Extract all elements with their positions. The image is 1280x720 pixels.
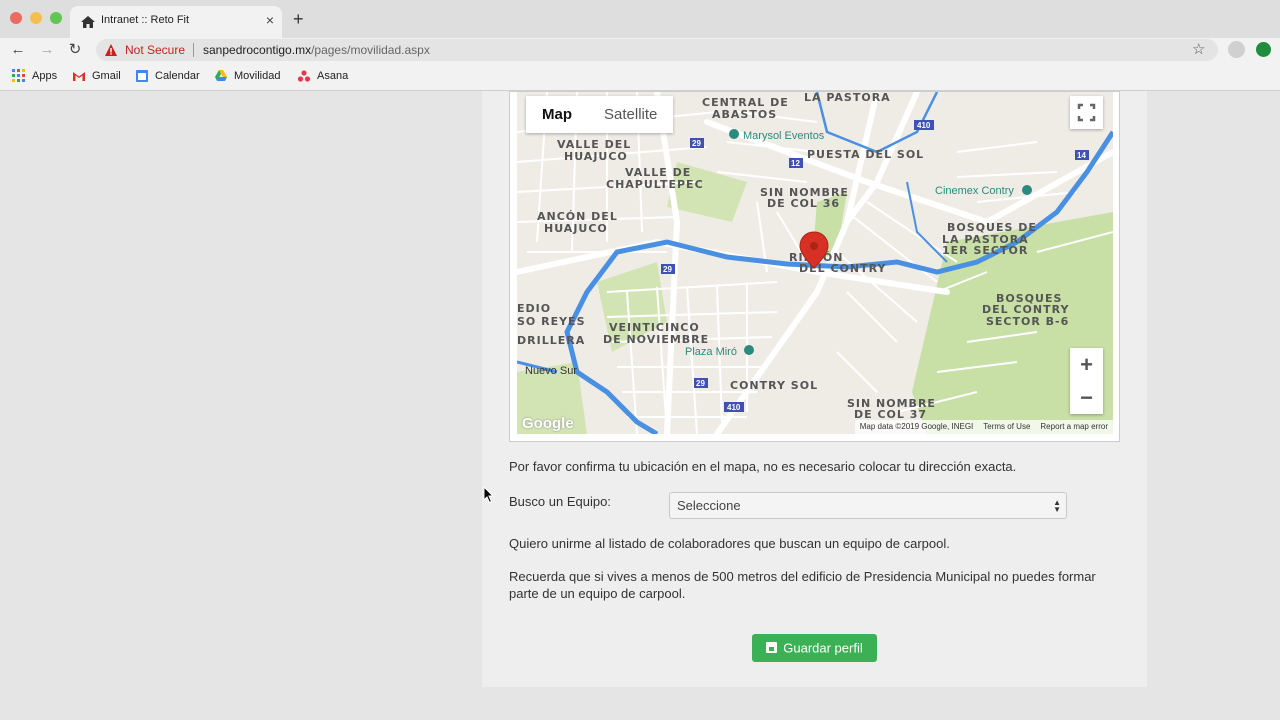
asana-icon [297, 70, 311, 82]
gmail-icon [73, 72, 85, 81]
place-label: EDIO [517, 302, 551, 315]
window-close-button[interactable] [10, 12, 22, 24]
join-list-text: Quiero unirme al listado de colaboradore… [509, 536, 950, 551]
url-text[interactable]: sanpedrocontigo.mx/pages/movilidad.aspx [203, 43, 430, 57]
bookmark-label: Apps [32, 70, 58, 82]
place-label: SO REYES [517, 315, 586, 328]
place-label: LA PASTORA [804, 92, 891, 104]
profile-card: LA PASTORA CENTRAL DE ABASTOS VALLE DEL … [482, 91, 1147, 687]
browser-toolbar: ← → ↻ Not Secure sanpedrocontigo.mx/page… [0, 38, 1280, 64]
route-label: 14 [1077, 151, 1086, 160]
poi-marker-icon [1022, 185, 1032, 195]
terms-of-use-link[interactable]: Terms of Use [983, 420, 1030, 434]
bookmark-label: Calendar [155, 70, 200, 82]
calendar-icon [136, 70, 148, 82]
route-label: 29 [692, 139, 701, 148]
place-label: Nuevo Sur [525, 365, 577, 377]
bookmark-label: Movilidad [234, 70, 281, 82]
save-profile-label: Guardar perfil [783, 640, 863, 656]
team-select[interactable]: Seleccione ▲ ▼ [669, 492, 1067, 519]
poi-label: Plaza Miró [685, 346, 737, 358]
place-label: DE NOVIEMBRE [603, 333, 709, 346]
home-icon [81, 16, 95, 28]
map-tiles[interactable]: LA PASTORA CENTRAL DE ABASTOS VALLE DEL … [517, 92, 1113, 434]
bookmark-label: Gmail [92, 70, 121, 82]
forward-button[interactable]: → [37, 40, 57, 60]
apps-grid-icon [12, 69, 25, 82]
map-canvas[interactable]: LA PASTORA CENTRAL DE ABASTOS VALLE DEL … [517, 92, 1113, 434]
save-floppy-icon [766, 642, 778, 654]
window-minimize-button[interactable] [30, 12, 42, 24]
reload-button[interactable]: ↻ [65, 40, 85, 60]
bookmark-asana[interactable]: Asana [297, 69, 348, 83]
distance-notice-text: Recuerda que si vives a menos de 500 met… [509, 569, 1096, 601]
window-maximize-button[interactable] [50, 12, 62, 24]
tab-close-icon[interactable]: × [266, 12, 274, 28]
route-label: 29 [663, 265, 672, 274]
warning-icon [105, 44, 117, 56]
address-separator [193, 43, 194, 57]
bookmark-gmail[interactable]: Gmail [72, 69, 121, 83]
select-arrows-icon: ▲ ▼ [1053, 498, 1061, 514]
route-label: 29 [696, 379, 705, 388]
route-label: 410 [917, 121, 931, 130]
not-secure-label[interactable]: Not Secure [125, 43, 185, 57]
extension-icon[interactable] [1228, 41, 1245, 58]
place-label: DRILLERA [517, 334, 585, 347]
zoom-out-button[interactable]: − [1070, 381, 1103, 414]
poi-marker-icon [729, 129, 739, 139]
place-label: HUAJUCO [564, 150, 628, 163]
map-container: LA PASTORA CENTRAL DE ABASTOS VALLE DEL … [509, 91, 1120, 442]
map-type-control: Map Satellite [526, 96, 674, 133]
poi-label: Marysol Eventos [743, 130, 825, 142]
map-attribution: Map data ©2019 Google, INEGI Terms of Us… [854, 420, 1113, 434]
save-profile-button[interactable]: Guardar perfil [752, 634, 877, 662]
bookmark-movilidad[interactable]: Movilidad [214, 69, 280, 83]
confirm-location-text: Por favor confirma tu ubicación en el ma… [509, 459, 1017, 474]
tab-bar: Intranet :: Reto Fit × + [0, 0, 1280, 38]
profile-avatar[interactable] [1256, 42, 1271, 57]
url-path: /pages/movilidad.aspx [311, 43, 430, 57]
bookmark-star-icon[interactable]: ☆ [1192, 40, 1205, 58]
place-label: HUAJUCO [544, 222, 608, 235]
poi-marker-icon [744, 345, 754, 355]
place-label: SECTOR B-6 [986, 315, 1069, 328]
back-button[interactable]: ← [8, 40, 28, 60]
place-label: PUESTA DEL SOL [807, 148, 924, 161]
map-data-credit: Map data ©2019 Google, INEGI [859, 422, 974, 431]
zoom-in-button[interactable]: + [1070, 348, 1103, 381]
drive-icon [215, 70, 227, 81]
place-label: DE COL 36 [767, 197, 840, 210]
zoom-control: + − [1070, 348, 1103, 414]
place-label: CHAPULTEPEC [606, 178, 704, 191]
place-label: 1ER SECTOR [942, 244, 1028, 257]
mouse-cursor-icon [484, 487, 494, 503]
google-logo[interactable]: Google [522, 415, 574, 432]
report-map-error-link[interactable]: Report a map error [1040, 420, 1108, 434]
bookmark-label: Asana [317, 70, 349, 82]
team-select-value: Seleccione [677, 498, 741, 513]
fullscreen-button[interactable] [1070, 96, 1103, 129]
bookmark-apps[interactable]: Apps [12, 69, 57, 83]
url-host: sanpedrocontigo.mx [203, 43, 312, 57]
tab-title: Intranet :: Reto Fit [101, 14, 190, 26]
page-body: LA PASTORA CENTRAL DE ABASTOS VALLE DEL … [0, 91, 1280, 720]
route-label: 12 [791, 159, 800, 168]
map-type-map-button[interactable]: Map [526, 96, 588, 133]
place-label: ABASTOS [712, 108, 777, 121]
address-bar[interactable]: Not Secure sanpedrocontigo.mx/pages/movi… [96, 39, 1218, 61]
new-tab-button[interactable]: + [293, 9, 304, 29]
map-type-satellite-button[interactable]: Satellite [588, 96, 673, 133]
bookmark-calendar[interactable]: Calendar [135, 69, 200, 83]
browser-tab[interactable]: Intranet :: Reto Fit × [70, 6, 282, 38]
poi-label: Cinemex Contry [935, 185, 1014, 197]
fullscreen-icon [1077, 103, 1096, 122]
team-label: Busco un Equipo: [509, 494, 611, 509]
route-label: 410 [727, 403, 741, 412]
bookmarks-bar: Apps Gmail Calendar Movilidad Asana [0, 64, 1280, 91]
place-label: CONTRY SOL [730, 379, 818, 392]
